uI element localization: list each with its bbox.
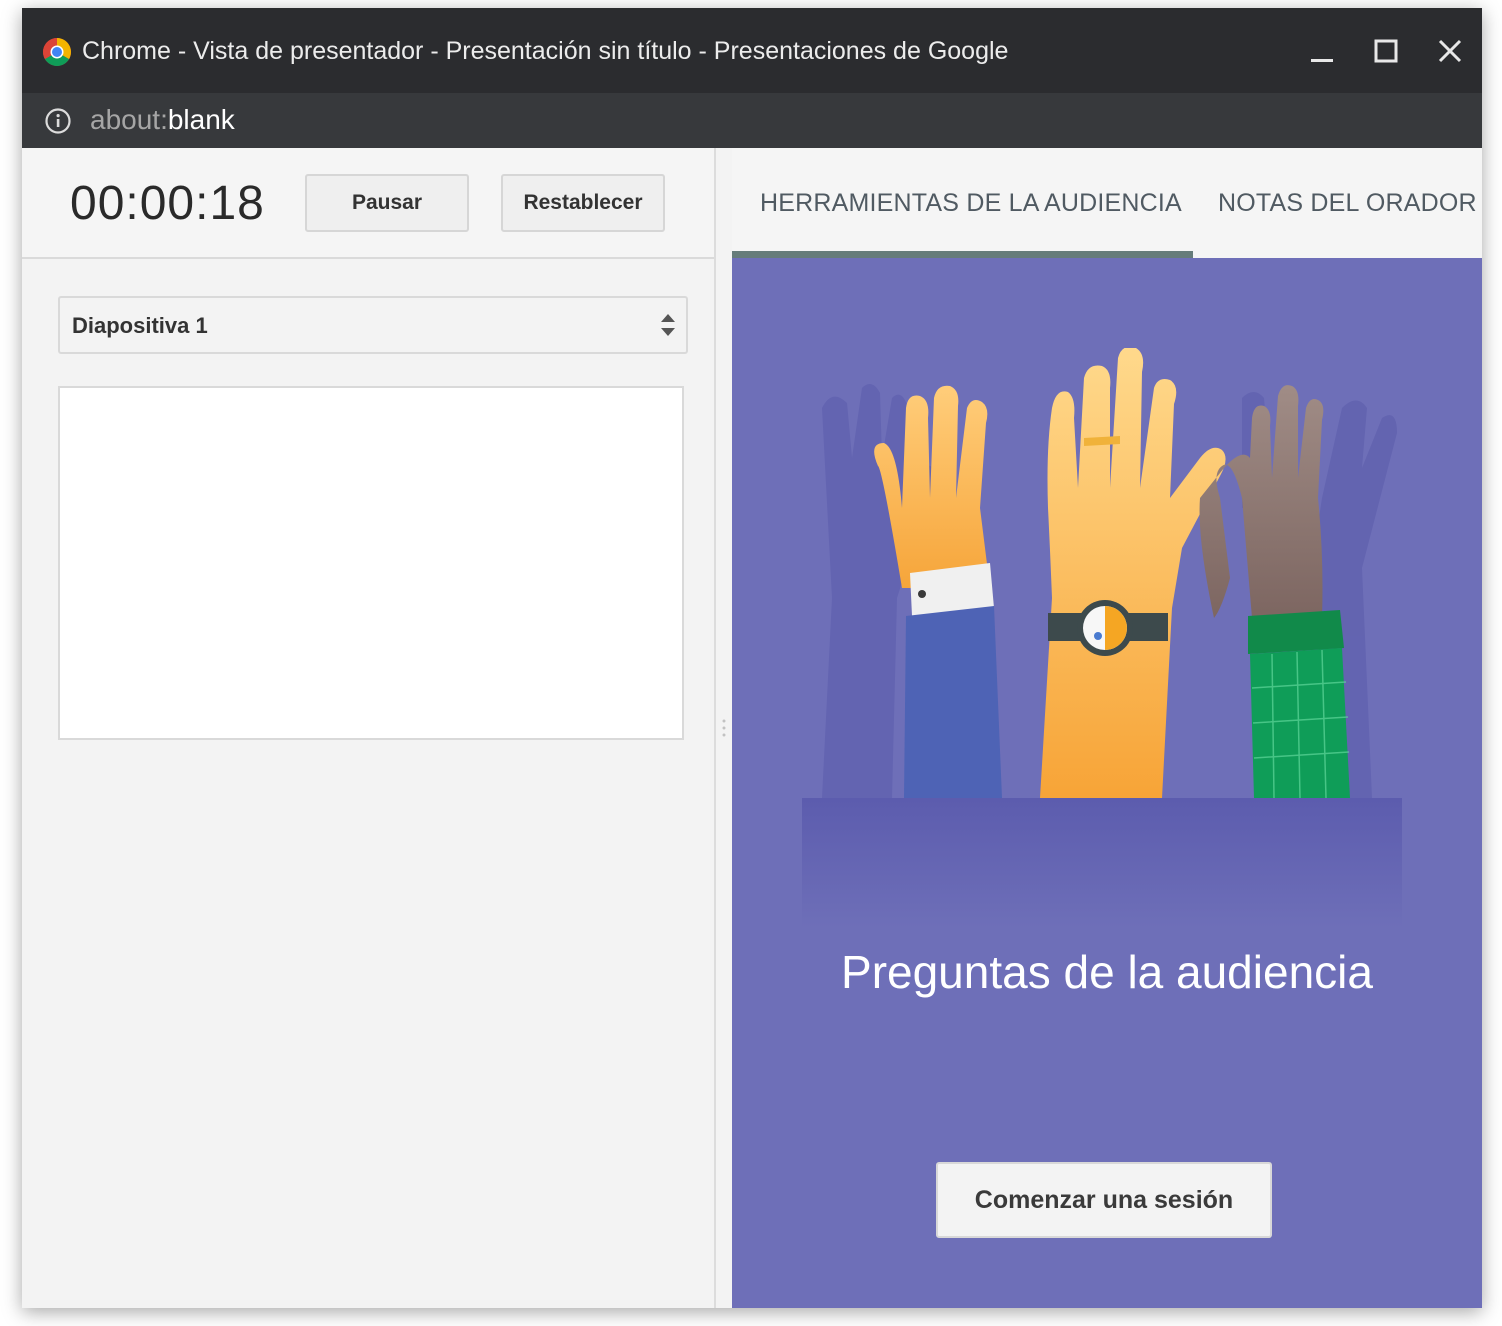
start-session-button[interactable]: Comenzar una sesión (936, 1162, 1272, 1238)
timer-bar: 00:00:18 Pausar Restablecer (22, 148, 714, 259)
audience-tools-panel: Preguntas de la audiencia Comenzar una s… (732, 258, 1482, 1308)
maximize-icon[interactable] (1368, 33, 1404, 69)
select-arrows-icon (661, 314, 675, 336)
grip-icon (722, 719, 726, 737)
left-pane: 00:00:18 Pausar Restablecer Diapositiva … (22, 148, 714, 1308)
presenter-window: Chrome - Vista de presentador - Presenta… (22, 8, 1482, 1308)
window-title: Chrome - Vista de presentador - Presenta… (82, 37, 1009, 65)
title-bar[interactable]: Chrome - Vista de presentador - Presenta… (22, 8, 1482, 93)
audience-heading: Preguntas de la audiencia (841, 946, 1373, 998)
close-icon[interactable] (1432, 33, 1468, 69)
tab-audience-tools[interactable]: HERRAMIENTAS DE LA AUDIENCIA (760, 186, 1182, 220)
chrome-logo-icon (43, 38, 71, 66)
middle-hand (1040, 348, 1226, 798)
elapsed-timer: 00:00:18 (70, 177, 265, 230)
pane-resize-handle[interactable] (714, 148, 732, 1308)
minimize-icon[interactable] (1304, 33, 1340, 69)
url-text[interactable]: about:blank (90, 102, 235, 138)
url-path: blank (167, 104, 235, 135)
tab-bar: HERRAMIENTAS DE LA AUDIENCIA NOTAS DEL O… (732, 148, 1482, 258)
slide-select-value: Diapositiva 1 (72, 313, 208, 338)
tab-speaker-notes[interactable]: NOTAS DEL ORADOR (1218, 186, 1477, 220)
right-pane: HERRAMIENTAS DE LA AUDIENCIA NOTAS DEL O… (732, 148, 1482, 1308)
active-tab-indicator (732, 251, 1193, 258)
url-scheme: about: (90, 104, 168, 135)
reset-button[interactable]: Restablecer (501, 174, 665, 232)
slide-preview[interactable] (58, 386, 684, 740)
raised-hands-illustration (802, 348, 1402, 928)
pause-button[interactable]: Pausar (305, 174, 469, 232)
address-bar[interactable]: about:blank (22, 93, 1482, 148)
slide-select[interactable]: Diapositiva 1 (58, 296, 688, 354)
info-icon[interactable] (44, 107, 72, 135)
